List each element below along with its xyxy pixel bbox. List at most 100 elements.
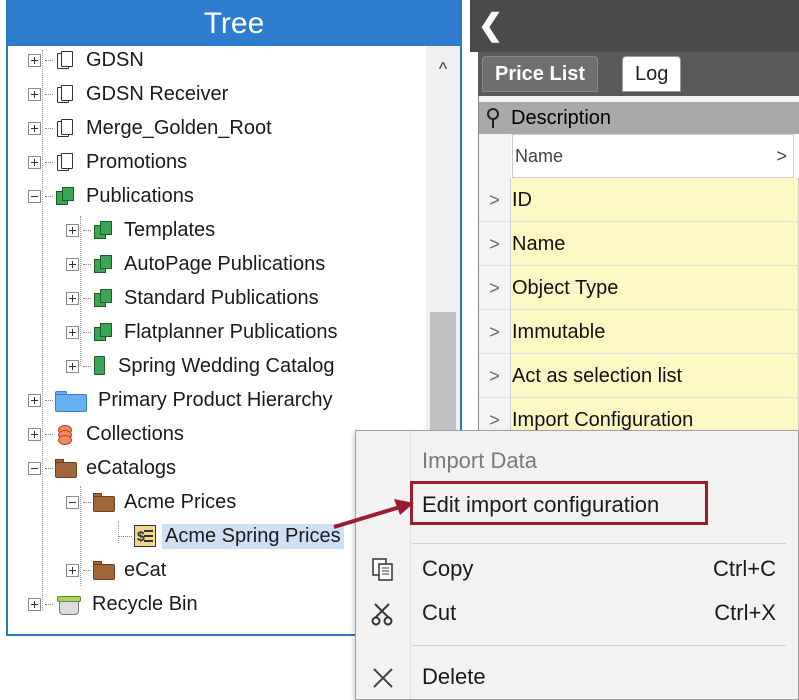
tree-item-label: Merge_Golden_Root: [86, 116, 272, 139]
pin-icon[interactable]: [483, 106, 503, 130]
menu-item-shortcut: Ctrl+C: [713, 556, 776, 581]
menu-item-import-data: Import Data: [356, 439, 798, 483]
expand-icon[interactable]: [66, 291, 79, 305]
menu-item-copy[interactable]: Copy Ctrl+C: [356, 547, 798, 591]
chevron-right-icon[interactable]: >: [776, 135, 787, 177]
grid-header-label: Description: [511, 107, 612, 129]
collapse-icon[interactable]: [66, 495, 79, 509]
node-icon: [55, 117, 77, 139]
tree-item-primary-product-hierarchy[interactable]: Primary Product Hierarchy: [28, 384, 336, 416]
grid-header: Description: [479, 102, 799, 134]
tree-item-autopage-publications[interactable]: AutoPage Publications: [66, 248, 328, 280]
tree-item-recycle-bin[interactable]: Recycle Bin: [28, 588, 201, 620]
tree-item-gdsn[interactable]: GDSN: [28, 44, 147, 76]
expand-row-icon[interactable]: >: [479, 266, 511, 309]
copy-icon: [372, 558, 393, 581]
tree-item-label: GDSN: [86, 48, 144, 71]
tree-item-promotions[interactable]: Promotions: [28, 146, 190, 178]
grid-row-label: Immutable: [512, 310, 799, 353]
node-icon: [55, 83, 77, 105]
tree-item-acme-spring-prices[interactable]: $ Acme Spring Prices: [118, 520, 344, 552]
publication-icon: [93, 287, 115, 309]
tree-item-label: Acme Prices: [124, 490, 237, 513]
expand-icon[interactable]: [66, 325, 79, 339]
tree-item-spring-wedding-catalog[interactable]: Spring Wedding Catalog: [66, 350, 337, 382]
tree-item-acme-prices[interactable]: Acme Prices: [66, 486, 239, 518]
expand-icon[interactable]: [28, 427, 41, 441]
menu-item-label: Cut: [422, 600, 457, 625]
expand-icon[interactable]: [28, 121, 41, 135]
tree-item-label: Templates: [124, 218, 216, 241]
name-filter-row[interactable]: Name >: [479, 134, 799, 178]
node-icon: [55, 49, 77, 71]
tree-item-publications[interactable]: Publications: [28, 180, 197, 212]
folder-icon: [93, 491, 115, 513]
grid-row-id[interactable]: > ID: [479, 178, 799, 222]
annotation-arrow-icon: [333, 499, 414, 529]
folder-icon: [93, 559, 115, 581]
folder-icon: [55, 389, 89, 412]
tree-item-label: Spring Wedding Catalog: [118, 354, 335, 377]
expand-row-icon[interactable]: >: [479, 310, 511, 353]
menu-item-cut[interactable]: Cut Ctrl+X: [356, 591, 798, 635]
grid-row-name[interactable]: > Name: [479, 222, 799, 266]
expand-icon[interactable]: [28, 155, 41, 169]
expand-icon[interactable]: [66, 563, 79, 577]
grid-row-object-type[interactable]: > Object Type: [479, 266, 799, 310]
grid-row-act-as-selection-list[interactable]: > Act as selection list: [479, 354, 799, 398]
tree-item-label: Primary Product Hierarchy: [98, 388, 333, 411]
tree-item-merge-golden-root[interactable]: Merge_Golden_Root: [28, 112, 275, 144]
collapse-icon[interactable]: [28, 461, 41, 475]
collections-icon: [55, 423, 77, 445]
node-icon: [55, 151, 77, 173]
publication-icon: [93, 253, 115, 275]
expand-icon[interactable]: [28, 53, 41, 67]
editor-header: ❮: [470, 0, 799, 52]
scroll-up-icon[interactable]: ^: [426, 54, 460, 84]
collapse-left-icon[interactable]: ❮: [478, 8, 508, 44]
tab-log[interactable]: Log: [622, 56, 682, 92]
tree-item-gdsn-receiver[interactable]: GDSN Receiver: [28, 78, 231, 110]
tree-item-label: Promotions: [86, 150, 188, 173]
tree-item-ecatalogs[interactable]: eCatalogs: [28, 452, 179, 484]
tree-item-templates[interactable]: Templates: [66, 214, 218, 246]
tree-item-label: Standard Publications: [124, 286, 319, 309]
tree-item-label: eCatalogs: [86, 456, 177, 479]
tree-item-label: Publications: [86, 184, 194, 207]
tree-item-label: eCat: [124, 558, 167, 581]
grid-row-immutable[interactable]: > Immutable: [479, 310, 799, 354]
menu-item-shortcut: Ctrl+X: [714, 600, 776, 625]
expand-icon[interactable]: [28, 87, 41, 101]
tree-item-flatplanner-publications[interactable]: Flatplanner Publications: [66, 316, 340, 348]
menu-item-label: Import Data: [422, 448, 537, 473]
recycle-bin-icon: [55, 593, 83, 615]
folder-icon: [55, 457, 77, 479]
grid-row-label: ID: [512, 178, 799, 221]
expand-row-icon[interactable]: >: [479, 178, 511, 221]
tree-item-collections[interactable]: Collections: [28, 418, 187, 450]
expand-icon[interactable]: [28, 393, 41, 407]
expand-icon[interactable]: [66, 359, 79, 373]
expand-icon[interactable]: [66, 223, 79, 237]
menu-separator: [412, 543, 786, 544]
tab-price-list[interactable]: Price List: [482, 56, 599, 92]
publication-icon: [93, 321, 115, 343]
menu-item-delete[interactable]: Delete: [356, 655, 798, 699]
tree-item-standard-publications[interactable]: Standard Publications: [66, 282, 322, 314]
tree-item-ecat[interactable]: eCat: [66, 554, 169, 586]
expand-icon[interactable]: [28, 597, 41, 611]
collapse-icon[interactable]: [28, 189, 41, 203]
menu-item-label: Delete: [422, 664, 486, 689]
tree-item-label: Recycle Bin: [92, 592, 198, 615]
expand-icon[interactable]: [66, 257, 79, 271]
expand-row-icon[interactable]: >: [479, 354, 511, 397]
expand-row-icon[interactable]: >: [479, 222, 511, 265]
book-icon: [93, 355, 109, 377]
tree-item-label: Acme Spring Prices: [162, 523, 344, 549]
tree-item-label: Flatplanner Publications: [124, 320, 338, 343]
tree-title: Tree: [8, 0, 460, 46]
tree-item-label: AutoPage Publications: [124, 252, 326, 275]
menu-separator: [412, 645, 786, 646]
tab-bar: Price List Log: [478, 52, 799, 96]
grid-row-label: Act as selection list: [512, 354, 799, 397]
